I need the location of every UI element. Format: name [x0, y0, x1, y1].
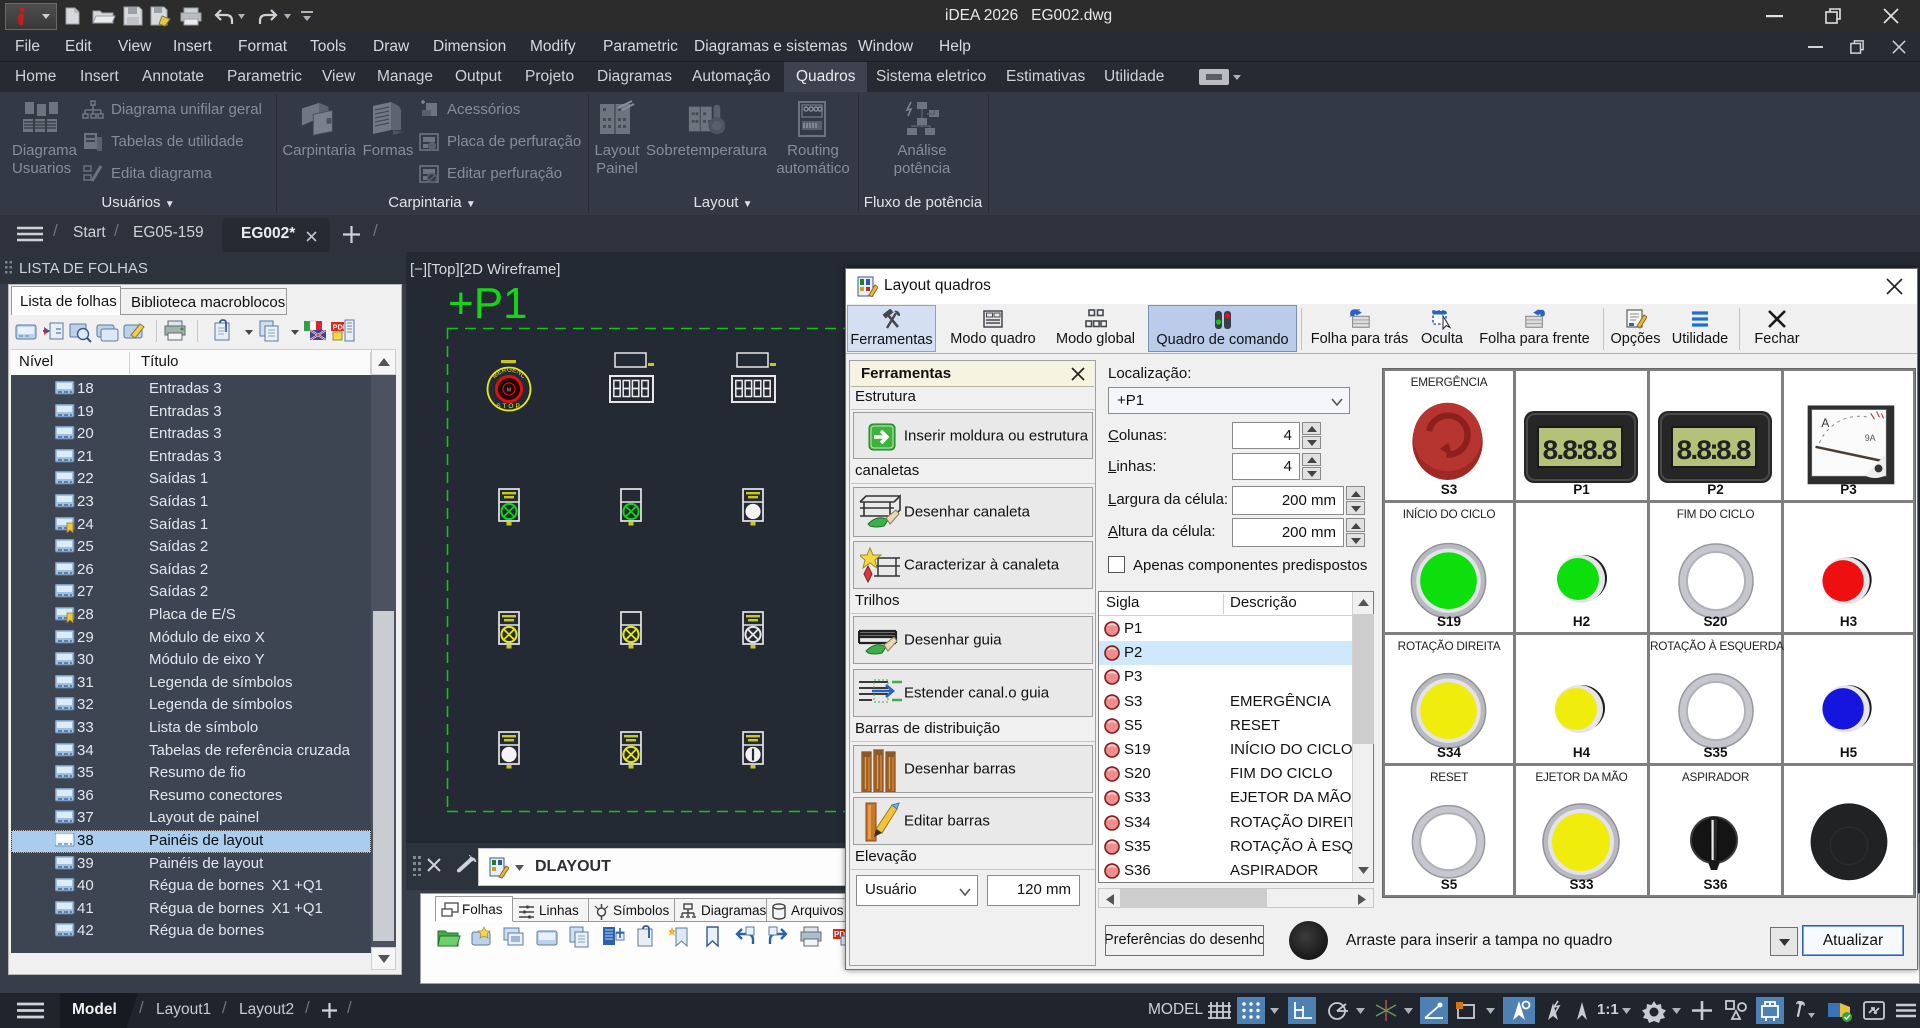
svg-text:M: M	[507, 388, 511, 394]
svg-text:8.8:8.8: 8.8:8.8	[1676, 437, 1752, 468]
svg-text:A: A	[1821, 416, 1829, 430]
svg-text:+P1: +P1	[448, 279, 528, 328]
svg-text:STOP: STOP	[496, 403, 522, 410]
svg-text:9A: 9A	[1865, 433, 1876, 443]
svg-text:8.8:8.8: 8.8:8.8	[1542, 437, 1618, 468]
